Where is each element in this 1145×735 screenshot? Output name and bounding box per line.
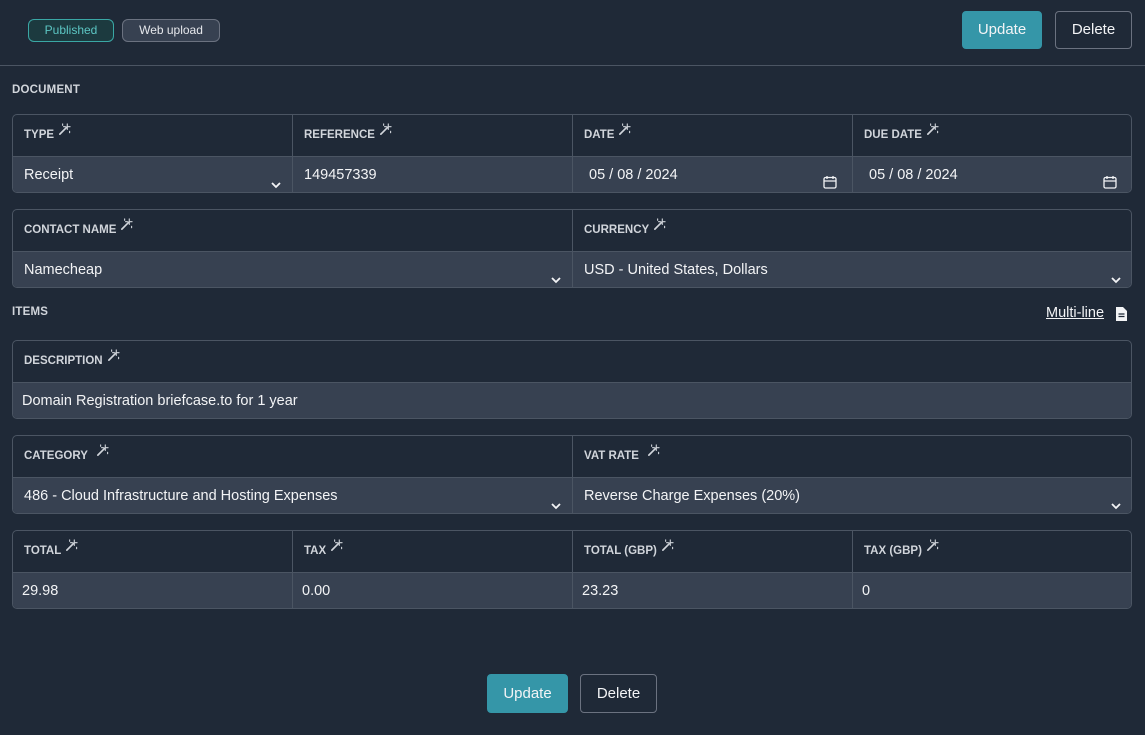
description-row: DESCRIPTION Domain Registration briefcas… [12,340,1132,419]
tax-gbp-input[interactable]: 0 [853,572,1131,608]
due-date-cell: DUE DATE 05 / 08 / 2024 [852,115,1131,192]
description-input[interactable]: Domain Registration briefcase.to for 1 y… [13,382,1131,418]
type-cell: TYPE Receipt [13,115,293,192]
delete-button-top[interactable]: Delete [1055,11,1132,49]
tax-input[interactable]: 0.00 [293,572,573,608]
update-button-top[interactable]: Update [962,11,1042,49]
category-cell: CATEGORY 486 - Cloud Infrastructure and … [13,436,573,513]
type-select[interactable]: Receipt [13,156,293,192]
due-date-value: 05 / 08 / 2024 [869,167,958,183]
contact-name-cell: CONTACT NAME Namecheap [13,210,573,287]
tax-gbp-label: TAX (GBP) [864,545,922,557]
vat-rate-label: VAT RATE [584,450,639,462]
chevron-down-icon [1110,264,1122,287]
description-cell: DESCRIPTION Domain Registration briefcas… [13,341,1131,418]
category-value: 486 - Cloud Infrastructure and Hosting E… [24,488,338,504]
currency-label: CURRENCY [584,224,650,236]
total-gbp-cell: TOTAL (GBP) 23.23 [572,531,853,608]
magic-wand-icon [107,341,120,380]
total-gbp-input[interactable]: 23.23 [573,572,853,608]
magic-wand-icon [618,115,632,154]
category-select[interactable]: 486 - Cloud Infrastructure and Hosting E… [13,477,573,513]
currency-value: USD - United States, Dollars [584,262,768,278]
tax-cell: TAX 0.00 [292,531,573,608]
chevron-down-icon [270,169,282,192]
reference-input[interactable]: 149457339 [293,156,573,192]
vat-rate-cell: VAT RATE Reverse Charge Expenses (20%) [572,436,1131,513]
delete-button-bottom[interactable]: Delete [580,674,657,713]
calendar-icon[interactable] [823,167,837,192]
magic-wand-icon [926,115,939,154]
magic-wand-icon [330,531,343,570]
section-title-document: DOCUMENT [12,84,81,96]
chevron-down-icon [1110,490,1122,513]
due-date-input[interactable]: 05 / 08 / 2024 [853,156,1131,192]
currency-select[interactable]: USD - United States, Dollars [573,251,1131,287]
magic-wand-icon [647,436,660,475]
type-label: TYPE [24,129,55,141]
total-gbp-label: TOTAL (GBP) [584,545,657,557]
magic-wand-icon [379,115,392,154]
due-date-label: DUE DATE [864,129,922,141]
total-cell: TOTAL 29.98 [13,531,293,608]
chevron-down-icon [550,264,562,287]
type-value: Receipt [24,167,74,183]
calendar-icon[interactable] [1103,167,1117,192]
magic-wand-icon [926,531,939,570]
magic-wand-icon [96,436,109,475]
total-input[interactable]: 29.98 [13,572,293,608]
date-cell: DATE 05 / 08 / 2024 [572,115,853,192]
magic-wand-icon [65,531,78,570]
magic-wand-icon [120,210,134,249]
magic-wand-icon [661,531,674,570]
reference-label: REFERENCE [304,129,375,141]
vat-rate-select[interactable]: Reverse Charge Expenses (20%) [573,477,1131,513]
contact-currency-row: CONTACT NAME Namecheap CURRENCY USD - Un… [12,209,1132,288]
section-title-items: ITEMS [12,306,49,318]
top-toolbar: Published Web upload Update Delete [0,0,1145,66]
reference-cell: REFERENCE 149457339 [292,115,573,192]
currency-cell: CURRENCY USD - United States, Dollars [572,210,1131,287]
category-label: CATEGORY [24,450,88,462]
total-label: TOTAL [24,545,62,557]
date-input[interactable]: 05 / 08 / 2024 [573,156,853,192]
contact-name-select[interactable]: Namecheap [13,251,573,287]
date-label: DATE [584,129,615,141]
category-vat-row: CATEGORY 486 - Cloud Infrastructure and … [12,435,1132,514]
date-value: 05 / 08 / 2024 [589,167,678,183]
vat-rate-value: Reverse Charge Expenses (20%) [584,488,800,504]
totals-row: TOTAL 29.98 TAX 0.00 TOTAL (GBP) 23.23 T… [12,530,1132,609]
contact-name-label: CONTACT NAME [24,224,117,236]
document-fields-row: TYPE Receipt REFERENCE 149457339 DATE 05… [12,114,1132,193]
chevron-down-icon [550,490,562,513]
tax-label: TAX [304,545,327,557]
magic-wand-icon [653,210,666,249]
description-label: DESCRIPTION [24,355,103,367]
magic-wand-icon [58,115,71,154]
document-icon[interactable] [1115,306,1128,327]
update-button-bottom[interactable]: Update [487,674,568,713]
contact-name-value: Namecheap [24,262,103,278]
status-badge-published: Published [28,19,114,42]
source-badge: Web upload [122,19,220,42]
tax-gbp-cell: TAX (GBP) 0 [852,531,1131,608]
multi-line-link[interactable]: Multi-line [1046,305,1104,321]
